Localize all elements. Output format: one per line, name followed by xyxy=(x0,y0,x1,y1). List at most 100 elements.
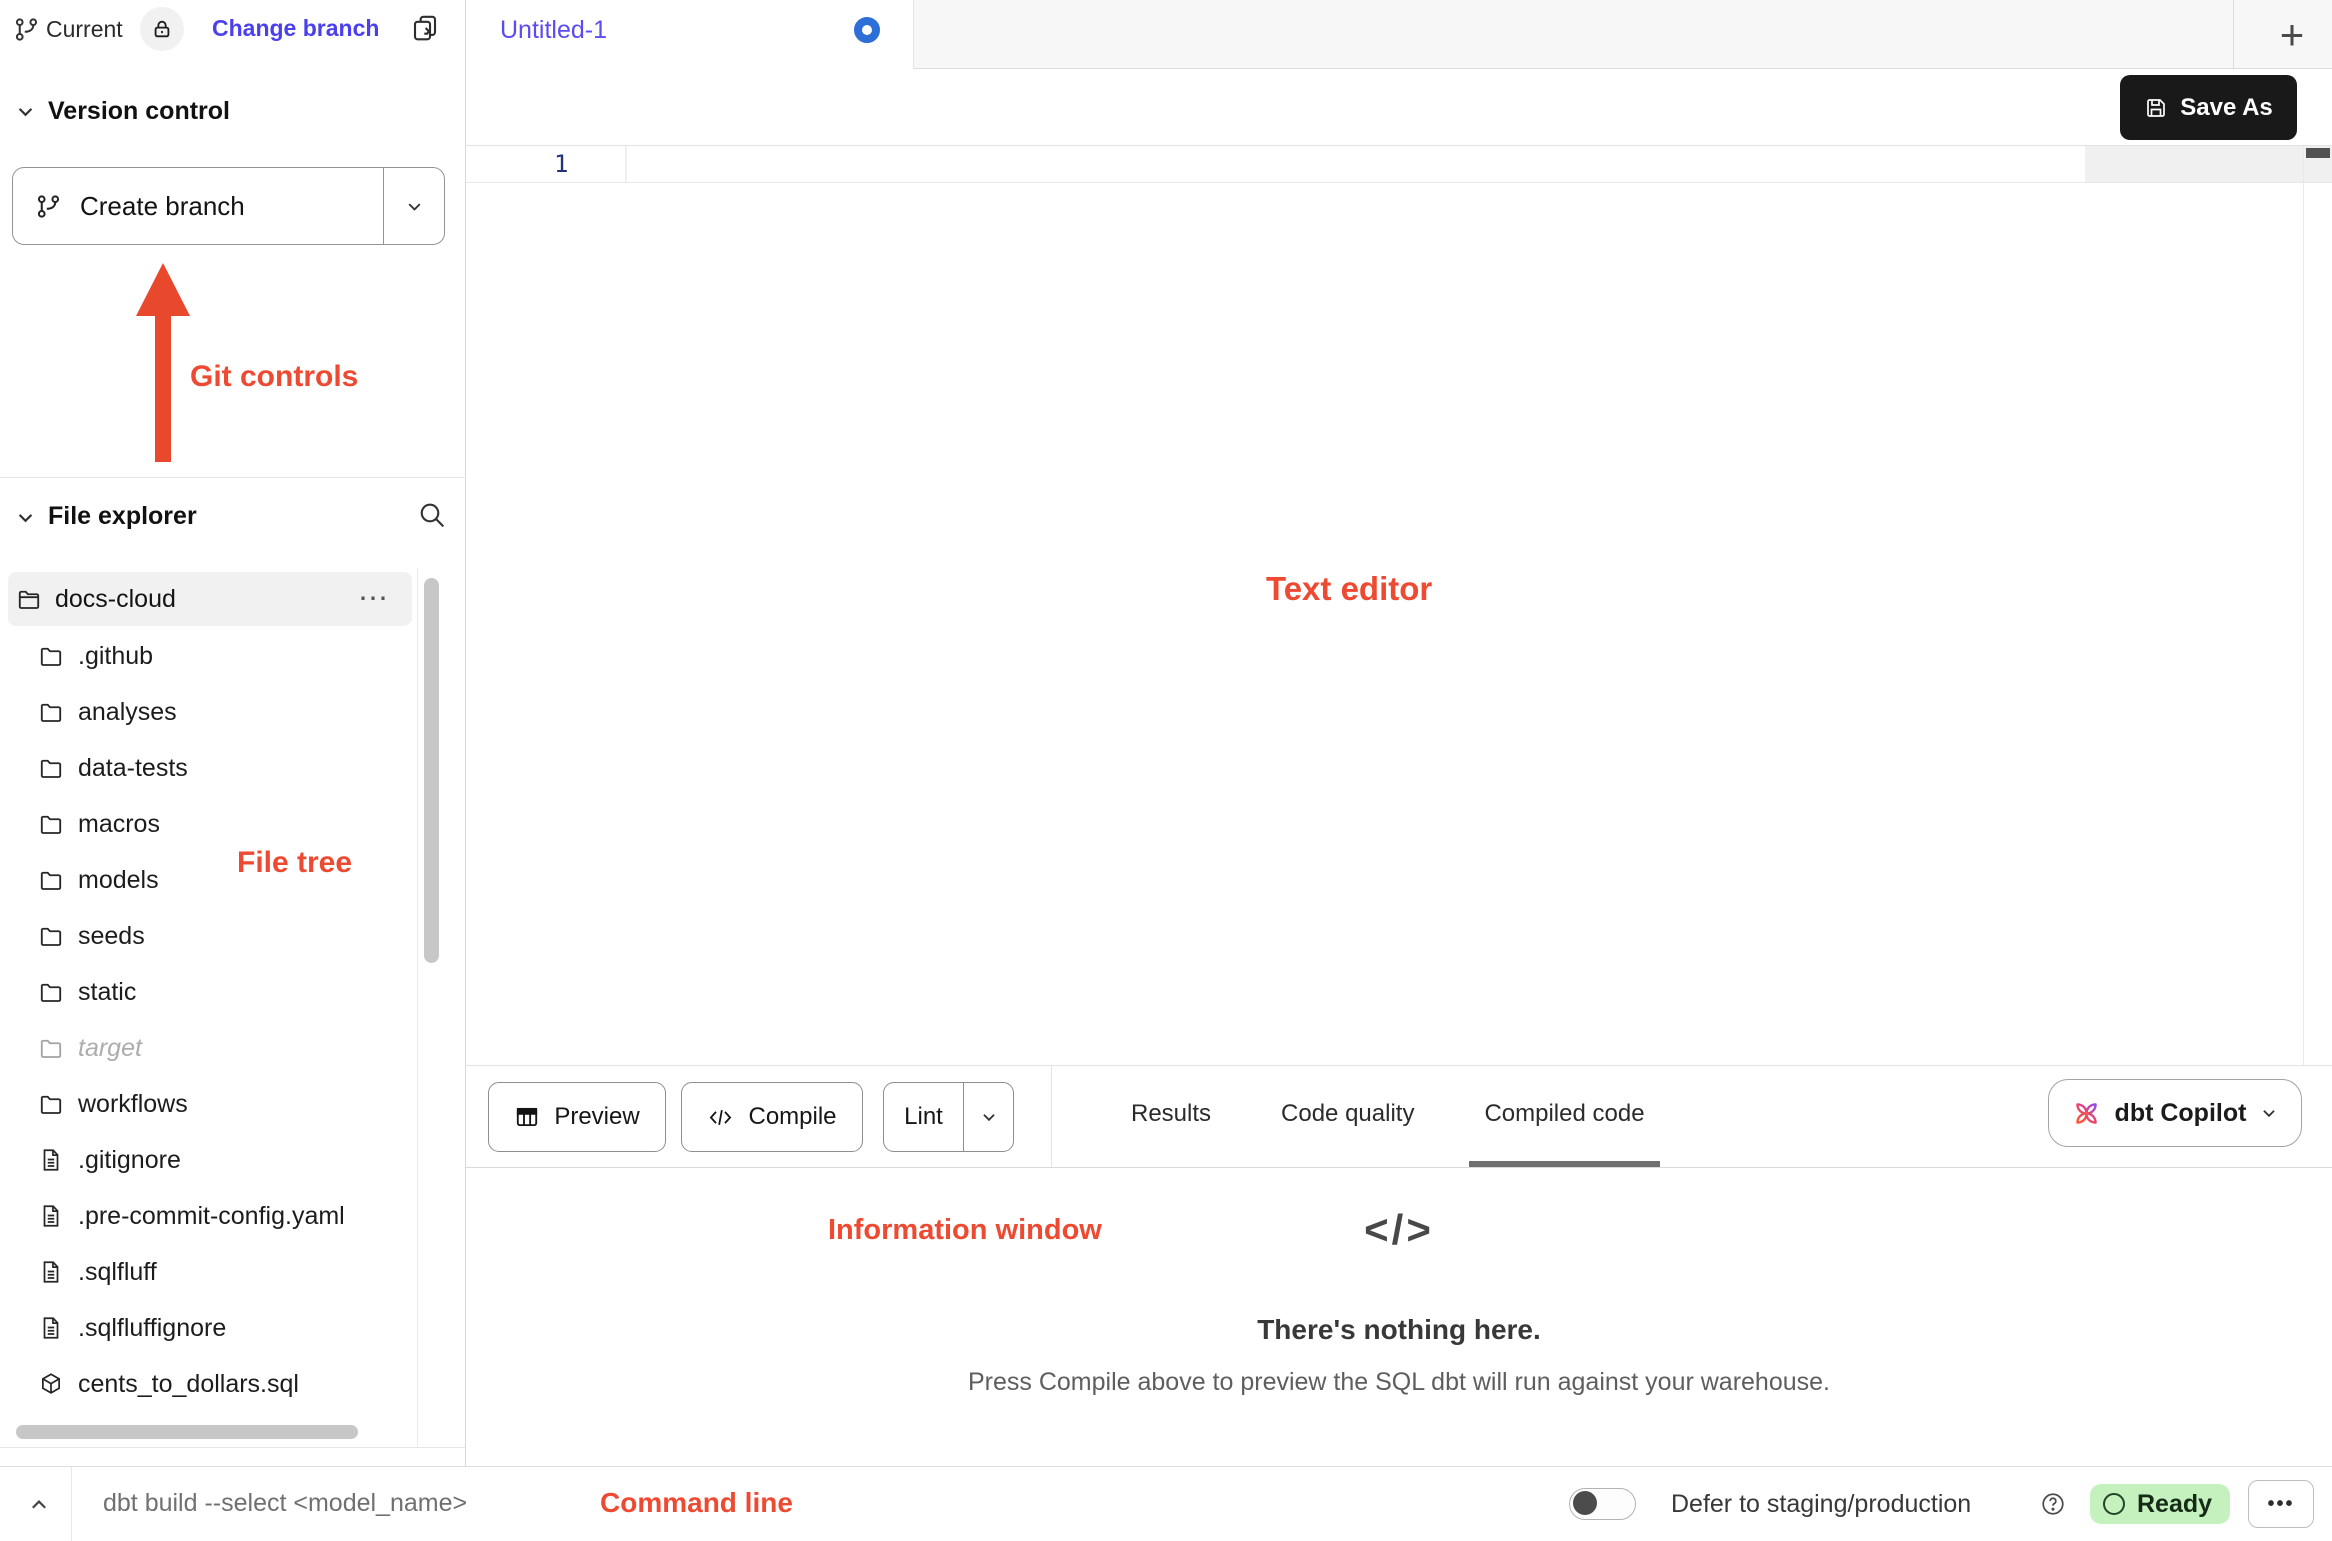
branch-icon xyxy=(35,193,62,220)
sidebar-divider xyxy=(0,477,466,478)
editor-gutter xyxy=(466,146,625,182)
command-bar-divider xyxy=(71,1467,72,1541)
annotation-arrow xyxy=(155,312,171,462)
folder-icon xyxy=(38,699,64,725)
sidebar-bottom-divider xyxy=(0,1447,466,1448)
tree-item-models[interactable]: models xyxy=(0,852,420,908)
tree-item-label: .gitignore xyxy=(78,1146,181,1175)
dbt-copilot-logo-icon xyxy=(2072,1099,2101,1128)
tree-item-seeds[interactable]: seeds xyxy=(0,908,420,964)
tab-untitled-1[interactable]: Untitled-1 xyxy=(466,0,914,69)
chevron-up-icon[interactable] xyxy=(28,1494,50,1516)
compile-button[interactable]: Compile xyxy=(681,1082,863,1152)
tab-compiled-code[interactable]: Compiled code xyxy=(1469,1066,1659,1167)
table-icon xyxy=(514,1104,540,1130)
file-icon xyxy=(38,1315,64,1341)
version-control-collapse-icon[interactable] xyxy=(15,101,36,122)
chevron-down-icon xyxy=(2260,1104,2278,1122)
file-icon xyxy=(38,1203,64,1229)
code-icon xyxy=(707,1104,734,1131)
tree-item-sqlfluffignore[interactable]: .sqlfluffignore xyxy=(0,1300,420,1356)
git-branch-icon xyxy=(13,16,40,43)
lint-button[interactable]: Lint xyxy=(883,1082,1014,1152)
git-header: Current Change branch xyxy=(0,0,466,58)
tree-item-docs-cloud[interactable]: docs-cloud ⋯ xyxy=(8,572,412,626)
editor-line-1[interactable] xyxy=(627,146,2085,182)
version-control-title[interactable]: Version control xyxy=(48,97,230,126)
tree-item-cents-to-dollars-sql[interactable]: cents_to_dollars.sql xyxy=(0,1356,420,1412)
information-window: Information window </> There's nothing h… xyxy=(466,1168,2332,1466)
panel-divider xyxy=(1051,1066,1052,1167)
copy-branch-icon[interactable] xyxy=(410,13,440,43)
annotation-command-line: Command line xyxy=(600,1487,793,1519)
folder-icon xyxy=(38,643,64,669)
tree-item-analyses[interactable]: analyses xyxy=(0,684,420,740)
tree-item-target[interactable]: target xyxy=(0,1020,420,1076)
tree-item-label: macros xyxy=(78,810,160,839)
tree-item-data-tests[interactable]: data-tests xyxy=(0,740,420,796)
tree-item-label: data-tests xyxy=(78,754,188,783)
search-icon[interactable] xyxy=(416,499,448,531)
compile-label: Compile xyxy=(748,1103,836,1131)
lint-dropdown[interactable] xyxy=(964,1108,1013,1126)
new-tab-button[interactable]: + xyxy=(2252,0,2332,69)
dbt-copilot-label: dbt Copilot xyxy=(2115,1099,2247,1128)
tab-strip xyxy=(914,0,2332,69)
more-menu-button[interactable]: ••• xyxy=(2248,1480,2314,1528)
help-icon[interactable] xyxy=(2040,1491,2066,1517)
tab-results[interactable]: Results xyxy=(1116,1066,1226,1167)
command-input[interactable]: dbt build --select <model_name> xyxy=(103,1489,467,1518)
editor-scrollbar-thumb[interactable] xyxy=(2306,148,2330,158)
tree-item-pre-commit-config-yaml[interactable]: .pre-commit-config.yaml xyxy=(0,1188,420,1244)
dbt-copilot-button[interactable]: dbt Copilot xyxy=(2048,1079,2302,1147)
tree-item-macros[interactable]: macros xyxy=(0,796,420,852)
command-bar: dbt build --select <model_name> Command … xyxy=(0,1466,2332,1540)
tree-horizontal-scrollbar[interactable] xyxy=(16,1425,358,1439)
file-explorer-collapse-icon[interactable] xyxy=(15,507,36,528)
tree-item-label: .github xyxy=(78,642,153,671)
folder-icon xyxy=(38,1035,64,1061)
tab-code-quality[interactable]: Code quality xyxy=(1266,1066,1429,1167)
tree-item-gitignore[interactable]: .gitignore xyxy=(0,1132,420,1188)
tab-strip-divider xyxy=(2233,0,2234,69)
tree-item-static[interactable]: static xyxy=(0,964,420,1020)
status-label: Ready xyxy=(2137,1490,2212,1519)
create-branch-button[interactable]: Create branch xyxy=(12,167,445,245)
open-folder-icon xyxy=(16,586,42,612)
tree-item-label: static xyxy=(78,978,136,1007)
tree-item-github[interactable]: .github xyxy=(0,628,420,684)
branch-lock-chip xyxy=(140,7,184,51)
empty-code-icon: </> xyxy=(466,1206,2332,1254)
status-badge: Ready xyxy=(2090,1484,2230,1524)
result-action-bar: Preview Compile Lint Results Code qualit… xyxy=(466,1065,2332,1168)
folder-icon xyxy=(38,979,64,1005)
sidebar: Current Change branch Version control xyxy=(0,0,466,1466)
tree-item-workflows[interactable]: workflows xyxy=(0,1076,420,1132)
preview-button[interactable]: Preview xyxy=(488,1082,666,1152)
empty-state-subtitle: Press Compile above to preview the SQL d… xyxy=(466,1368,2332,1397)
tree-vertical-scrollbar[interactable] xyxy=(424,578,439,963)
annotation-arrow-head xyxy=(136,263,190,316)
create-branch-dropdown[interactable] xyxy=(384,168,444,244)
line-number: 1 xyxy=(554,150,568,178)
tree-item-sqlfluff[interactable]: .sqlfluff xyxy=(0,1244,420,1300)
save-as-button[interactable]: Save As xyxy=(2120,75,2297,140)
tree-item-label: models xyxy=(78,866,159,895)
status-ring-icon xyxy=(2103,1493,2125,1515)
change-branch-link[interactable]: Change branch xyxy=(212,15,379,42)
annotation-text-editor: Text editor xyxy=(1266,570,1432,608)
create-branch-main[interactable]: Create branch xyxy=(13,168,383,244)
tree-item-label: analyses xyxy=(78,698,177,727)
empty-state-title: There's nothing here. xyxy=(466,1314,2332,1346)
annotation-git-controls: Git controls xyxy=(190,360,358,394)
file-explorer-title[interactable]: File explorer xyxy=(48,502,197,531)
folder-icon xyxy=(38,1091,64,1117)
tab-title: Untitled-1 xyxy=(500,16,607,45)
text-editor[interactable]: 1 Text editor xyxy=(466,146,2332,1065)
defer-toggle[interactable] xyxy=(1569,1488,1636,1520)
lint-label[interactable]: Lint xyxy=(884,1103,963,1131)
current-branch-label: Current xyxy=(46,16,123,43)
folder-icon xyxy=(38,811,64,837)
model-icon xyxy=(38,1371,64,1397)
tree-scrollbar-track xyxy=(417,568,418,1447)
